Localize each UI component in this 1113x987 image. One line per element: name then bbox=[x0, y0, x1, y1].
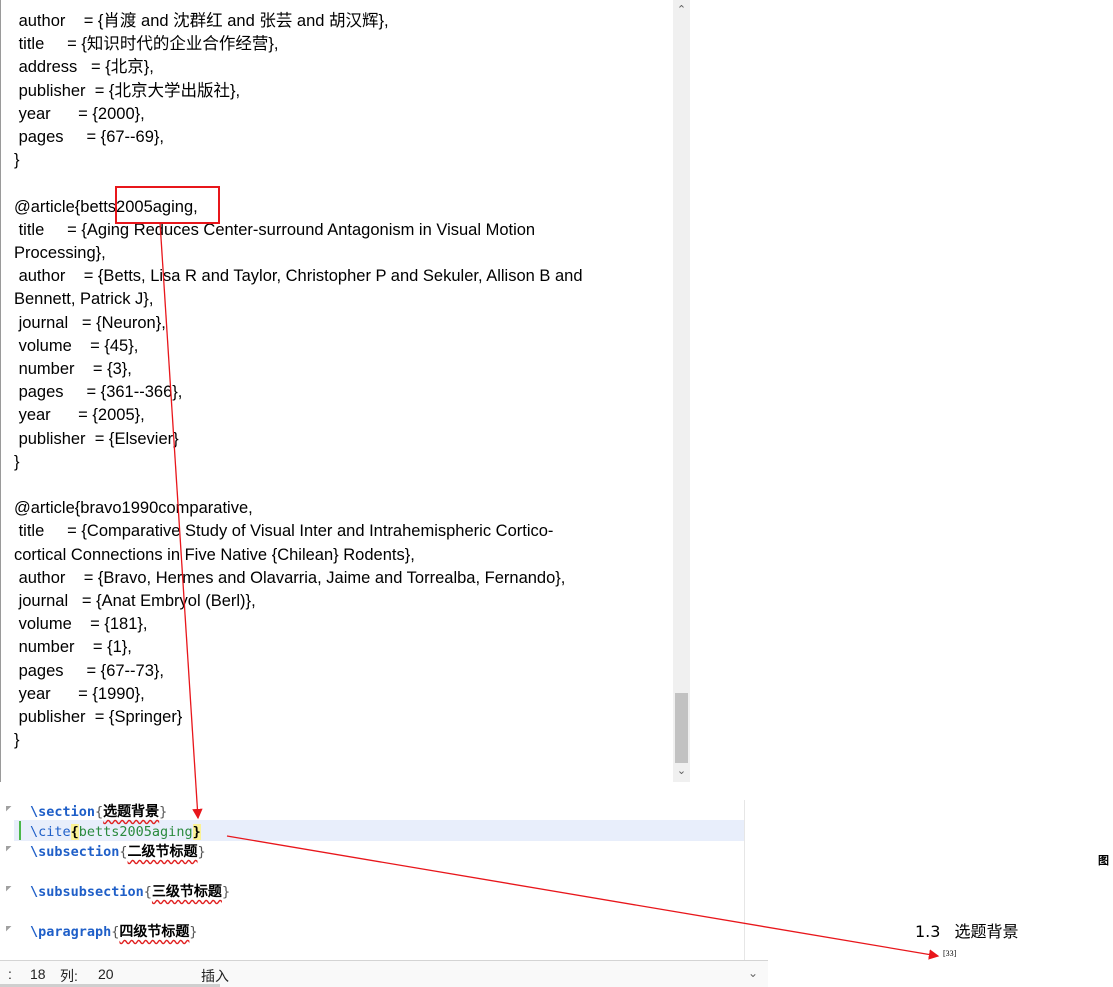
bib-line[interactable]: title = {Comparative Study of Visual Int… bbox=[14, 520, 554, 543]
bib-scroll-thumb[interactable] bbox=[675, 693, 688, 763]
bib-line[interactable]: } bbox=[14, 729, 20, 752]
close-brace: } bbox=[197, 844, 206, 860]
bib-line[interactable]: publisher = {北京大学出版社}, bbox=[14, 80, 240, 103]
tex-line[interactable]: \subsubsection{三级节标题} bbox=[30, 882, 230, 902]
chevron-up-icon[interactable]: ⌃ bbox=[673, 2, 690, 19]
status-col-number: 20 bbox=[98, 966, 114, 982]
open-brace: { bbox=[119, 844, 128, 860]
close-brace: } bbox=[221, 884, 231, 900]
bib-line[interactable]: } bbox=[14, 451, 20, 474]
bib-line[interactable]: Bennett, Patrick J}, bbox=[14, 288, 153, 311]
latex-command: \subsection bbox=[30, 844, 120, 860]
tex-line[interactable]: \section{选题背景} bbox=[30, 802, 167, 822]
section-title: 三级节标题 bbox=[151, 884, 222, 900]
latex-command: \subsubsection bbox=[30, 884, 144, 900]
bib-text-area[interactable]: author = {肖渡 and 沈群红 and 张芸 and 胡汉辉}, ti… bbox=[0, 0, 673, 782]
section-title: 选题背景 bbox=[103, 804, 160, 820]
tex-vertical-scrollbar[interactable] bbox=[744, 800, 769, 960]
latex-command: \cite bbox=[30, 824, 71, 840]
bib-line[interactable]: title = {Aging Reduces Center-surround A… bbox=[14, 219, 536, 242]
bib-line[interactable]: year = {2000}, bbox=[14, 103, 145, 126]
tex-line[interactable]: \paragraph{四级节标题} bbox=[30, 922, 198, 942]
latex-command: \paragraph bbox=[30, 924, 112, 940]
chevron-down-icon[interactable]: ⌄ bbox=[673, 763, 690, 780]
bib-line[interactable]: pages = {67--69}, bbox=[14, 126, 164, 149]
bib-line[interactable]: pages = {361--366}, bbox=[14, 381, 183, 404]
open-brace: { bbox=[143, 884, 152, 900]
close-brace: } bbox=[159, 804, 168, 820]
fold-gutter: ◤ ◤ ◤ ◤ bbox=[0, 800, 14, 960]
bib-line[interactable]: number = {3}, bbox=[14, 358, 132, 381]
bib-line[interactable]: volume = {181}, bbox=[14, 613, 148, 636]
bib-line[interactable]: @article{bravo1990comparative, bbox=[14, 497, 253, 520]
status-colon: : bbox=[8, 966, 12, 982]
preview-figure-label: 图 bbox=[1098, 854, 1109, 867]
bib-line[interactable]: publisher = {Springer} bbox=[14, 706, 183, 729]
bib-line[interactable]: } bbox=[14, 149, 20, 172]
bib-line[interactable]: number = {1}, bbox=[14, 636, 132, 659]
preview-citation-number: [33] bbox=[943, 949, 957, 958]
close-brace: } bbox=[189, 924, 198, 940]
fold-marker-icon[interactable]: ◤ bbox=[6, 884, 11, 894]
bib-line[interactable]: Processing}, bbox=[14, 242, 106, 265]
fold-marker-icon[interactable]: ◤ bbox=[6, 924, 11, 934]
fold-marker-icon[interactable]: ◤ bbox=[6, 844, 11, 854]
chevron-down-icon[interactable]: ⌄ bbox=[748, 966, 758, 980]
bib-line[interactable]: publisher = {Elsevier} bbox=[14, 428, 179, 451]
bib-line[interactable]: journal = {Anat Embryol (Berl)}, bbox=[14, 590, 256, 613]
bib-line[interactable]: pages = {67--73}, bbox=[14, 660, 164, 683]
bib-line[interactable]: journal = {Neuron}, bbox=[14, 312, 166, 335]
preview-section-heading: 1.3 选题背景 bbox=[915, 918, 1018, 942]
open-brace: { bbox=[95, 804, 104, 820]
bib-line[interactable]: author = {肖渡 and 沈群红 and 张芸 and 胡汉辉}, bbox=[14, 10, 389, 33]
bib-vertical-scrollbar[interactable]: ⌃ ⌄ bbox=[673, 0, 690, 782]
bib-line[interactable]: cortical Connections in Five Native {Chi… bbox=[14, 544, 415, 567]
tex-line[interactable]: \subsection{二级节标题} bbox=[30, 842, 206, 862]
bib-editor[interactable]: author = {肖渡 and 沈群红 and 张芸 and 胡汉辉}, ti… bbox=[0, 0, 692, 782]
preview-heading-text: 选题背景 bbox=[954, 922, 1019, 941]
cite-key: betts2005aging bbox=[78, 824, 193, 840]
cite-key-highlight-box bbox=[115, 186, 220, 224]
bib-line[interactable]: volume = {45}, bbox=[14, 335, 139, 358]
section-title: 二级节标题 bbox=[127, 844, 198, 860]
close-brace: } bbox=[192, 824, 201, 840]
bib-line[interactable]: year = {2005}, bbox=[14, 404, 145, 427]
bib-line[interactable]: title = {知识时代的企业合作经营}, bbox=[14, 33, 279, 56]
status-line-number: 18 bbox=[30, 966, 46, 982]
latex-command: \section bbox=[30, 804, 96, 820]
tex-code-area[interactable]: \section{选题背景} \cite{betts2005aging} \subs… bbox=[14, 800, 744, 960]
preview-heading-number: 1.3 bbox=[915, 922, 941, 941]
status-col-label: 列: bbox=[60, 968, 78, 984]
section-title: 四级节标题 bbox=[119, 924, 190, 940]
status-input-mode[interactable]: 插入 bbox=[201, 966, 229, 986]
bib-line[interactable]: author = {Bravo, Hermes and Olavarria, J… bbox=[14, 567, 566, 590]
tex-editor[interactable]: ◤ ◤ ◤ ◤ \section{选题背景} \cite{betts2005aging}… bbox=[0, 800, 769, 987]
bib-line[interactable]: year = {1990}, bbox=[14, 683, 145, 706]
bib-line[interactable]: address = {北京}, bbox=[14, 56, 154, 79]
fold-marker-icon[interactable]: ◤ bbox=[6, 804, 11, 814]
open-brace: { bbox=[70, 824, 79, 840]
tex-line[interactable]: \cite{betts2005aging} bbox=[30, 822, 201, 842]
bib-line[interactable]: author = {Betts, Lisa R and Taylor, Chri… bbox=[14, 265, 583, 288]
status-bar: : 18 列: 20 插入 ⌄ bbox=[0, 960, 768, 987]
